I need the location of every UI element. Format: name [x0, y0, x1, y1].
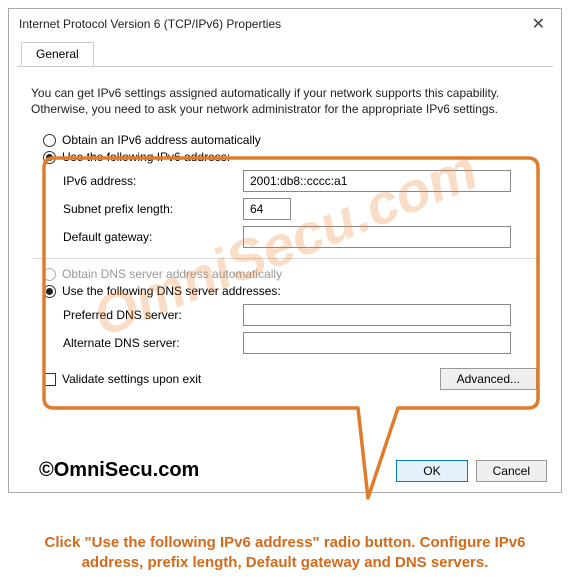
copyright-text: ©OmniSecu.com	[39, 459, 199, 482]
titlebar: Internet Protocol Version 6 (TCP/IPv6) P…	[9, 9, 561, 39]
radio-icon	[43, 268, 56, 281]
alternate-dns-row: Alternate DNS server:	[63, 332, 543, 354]
radio-icon	[43, 151, 56, 164]
preferred-dns-row: Preferred DNS server:	[63, 304, 543, 326]
radio-label: Use the following IPv6 address:	[62, 150, 230, 164]
intro-text: You can get IPv6 settings assigned autom…	[31, 85, 539, 117]
cancel-button[interactable]: Cancel	[476, 460, 547, 482]
validate-label: Validate settings upon exit	[62, 372, 201, 386]
radio-label: Use the following DNS server addresses:	[62, 284, 281, 298]
close-icon[interactable]: ✕	[522, 12, 555, 36]
gateway-row: Default gateway:	[63, 226, 543, 248]
prefix-input[interactable]	[243, 198, 291, 220]
caption-text: Click "Use the following IPv6 address" r…	[0, 533, 570, 574]
alternate-dns-input[interactable]	[243, 332, 511, 354]
radio-manual-address[interactable]: Use the following IPv6 address:	[43, 150, 543, 164]
radio-label: Obtain DNS server address automatically	[62, 267, 282, 281]
ipv6-address-row: IPv6 address:	[63, 170, 543, 192]
validate-checkbox-wrap[interactable]: Validate settings upon exit	[43, 372, 201, 386]
address-group: Obtain an IPv6 address automatically Use…	[27, 133, 543, 248]
radio-icon	[43, 285, 56, 298]
radio-auto-address[interactable]: Obtain an IPv6 address automatically	[43, 133, 543, 147]
dialog-footer: OK Cancel	[396, 460, 547, 482]
prefix-row: Subnet prefix length:	[63, 198, 543, 220]
advanced-button[interactable]: Advanced...	[440, 368, 537, 390]
tab-general[interactable]: General	[21, 42, 94, 66]
preferred-dns-input[interactable]	[243, 304, 511, 326]
window-title: Internet Protocol Version 6 (TCP/IPv6) P…	[19, 17, 281, 31]
radio-label: Obtain an IPv6 address automatically	[62, 133, 261, 147]
preferred-dns-label: Preferred DNS server:	[63, 308, 243, 322]
gateway-input[interactable]	[243, 226, 511, 248]
tab-strip: General	[17, 41, 553, 67]
gateway-label: Default gateway:	[63, 230, 243, 244]
divider	[33, 258, 537, 259]
dialog-body: You can get IPv6 settings assigned autom…	[9, 67, 561, 404]
radio-auto-dns: Obtain DNS server address automatically	[43, 267, 543, 281]
ipv6-address-input[interactable]	[243, 170, 511, 192]
checkbox-icon	[43, 373, 56, 386]
alternate-dns-label: Alternate DNS server:	[63, 336, 243, 350]
dns-group: Obtain DNS server address automatically …	[27, 267, 543, 354]
validate-row: Validate settings upon exit Advanced...	[43, 368, 537, 390]
prefix-label: Subnet prefix length:	[63, 202, 243, 216]
properties-dialog: Internet Protocol Version 6 (TCP/IPv6) P…	[8, 8, 562, 493]
radio-icon	[43, 134, 56, 147]
ok-button[interactable]: OK	[396, 460, 467, 482]
ipv6-address-label: IPv6 address:	[63, 174, 243, 188]
radio-manual-dns[interactable]: Use the following DNS server addresses:	[43, 284, 543, 298]
